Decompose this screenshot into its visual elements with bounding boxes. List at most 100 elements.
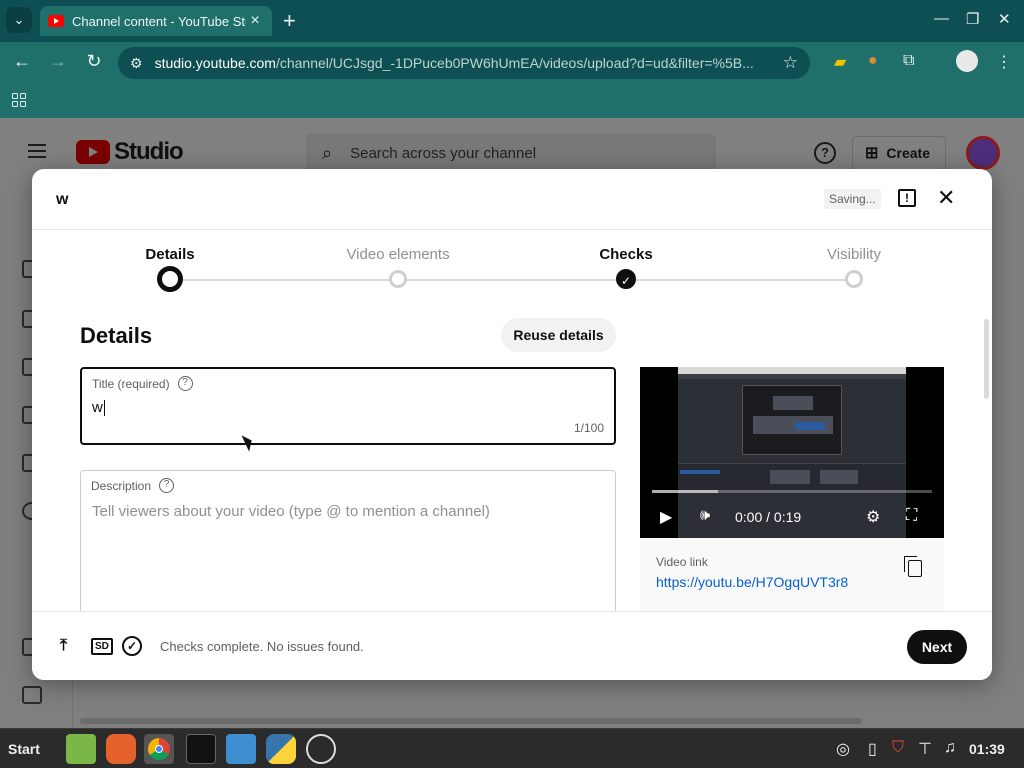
stepper-line — [170, 279, 854, 281]
reuse-details-button[interactable]: Reuse details — [501, 318, 616, 352]
create-video-icon: ⊞ — [865, 145, 879, 162]
copy-icon[interactable] — [904, 556, 922, 577]
settings-gear-icon[interactable]: ⚙ — [866, 507, 880, 527]
description-label-text: Description — [91, 478, 152, 493]
network-tray-icon[interactable]: ⊤ — [918, 739, 932, 759]
description-field[interactable]: Description ? Tell viewers about your vi… — [80, 470, 616, 620]
step-visibility[interactable]: Visibility — [779, 230, 929, 288]
extension-warning-icon[interactable]: ▰ — [834, 52, 846, 72]
step-label: Video elements — [346, 246, 450, 263]
browser-tab-strip: ⌄ Channel content - YouTube Studio × + —… — [0, 0, 1024, 42]
dialog-footer: ⤒ SD ✓ Checks complete. No issues found.… — [32, 611, 992, 680]
volume-icon[interactable]: 🕪 — [700, 507, 710, 525]
create-button[interactable]: ⊞ Create — [852, 136, 946, 170]
checks-status-text: Checks complete. No issues found. — [160, 639, 364, 654]
dialog-header: w Saving... ! ✕ — [32, 169, 992, 230]
report-issue-icon[interactable]: ! — [898, 189, 916, 207]
video-link-label: Video link — [656, 555, 708, 569]
help-icon[interactable]: ? — [814, 142, 836, 164]
title-input-value: w — [92, 399, 103, 416]
step-checks[interactable]: Checks ✓ — [551, 230, 701, 289]
file-manager-icon[interactable] — [66, 734, 96, 764]
sidebar-feedback-icon[interactable] — [22, 686, 42, 704]
address-bar[interactable]: ⚙ studio.youtube.com /channel/UCJsgd_-1D… — [118, 47, 810, 79]
terminal-icon[interactable] — [186, 734, 216, 764]
dialog-scrollbar[interactable] — [984, 319, 989, 399]
browser-toolbar: ← → ↻ ⚙ studio.youtube.com /channel/UCJs… — [0, 42, 1024, 84]
play-icon[interactable]: ▶ — [660, 507, 672, 527]
cookie-extension-icon[interactable]: ● — [868, 52, 878, 70]
profile-avatar[interactable] — [956, 50, 978, 72]
step-label: Details — [145, 246, 195, 263]
upload-status-icon[interactable]: ⤒ — [60, 637, 67, 655]
video-time: 0:00 / 0:19 — [735, 509, 802, 525]
sd-quality-icon[interactable]: SD — [91, 638, 113, 655]
studio-search-input[interactable]: ⌕ Search across your channel — [306, 134, 716, 172]
tab-close-icon[interactable]: × — [246, 12, 264, 30]
new-tab-button[interactable]: + — [283, 8, 296, 34]
firefox-icon[interactable] — [106, 734, 136, 764]
youtube-favicon-icon — [48, 15, 64, 27]
horizontal-scrollbar[interactable] — [80, 718, 862, 724]
apps-grid-icon[interactable] — [12, 93, 26, 107]
video-player[interactable]: ▶ 🕪 0:00 / 0:19 ⚙ ⛶ — [640, 367, 944, 538]
studio-logo[interactable]: Studio — [76, 138, 184, 166]
next-button[interactable]: Next — [907, 630, 967, 664]
network-app-icon[interactable] — [226, 734, 256, 764]
help-icon[interactable]: ? — [159, 478, 175, 493]
url-path: /channel/UCJsgd_-1DPuceb0PW6hUmEA/videos… — [275, 55, 754, 71]
title-label-text: Title (required) — [92, 376, 170, 391]
step-details[interactable]: Details — [95, 230, 245, 292]
clock: 01:39 — [969, 741, 1005, 757]
help-icon[interactable]: ? — [177, 376, 193, 391]
minimize-icon[interactable]: — — [934, 10, 949, 27]
saving-badge: Saving... — [824, 189, 881, 209]
step-label: Visibility — [827, 246, 881, 263]
browser-tab[interactable]: Channel content - YouTube Studio × — [40, 6, 272, 36]
chrome-icon[interactable] — [144, 734, 174, 764]
maximize-icon[interactable]: ❐ — [966, 10, 979, 28]
extensions-puzzle-icon[interactable]: ⧉ — [903, 52, 914, 70]
studio-logo-text: Studio — [114, 138, 184, 165]
window-close-icon[interactable]: ✕ — [998, 10, 1011, 28]
reload-icon[interactable]: ↻ — [82, 51, 106, 72]
volume-tray-icon[interactable]: ♫ — [944, 739, 956, 757]
forward-icon[interactable]: → — [46, 51, 70, 72]
browser-menu-icon[interactable]: ⋮ — [996, 52, 1012, 72]
title-field[interactable]: Title (required) ? w 1/100 — [80, 367, 616, 445]
description-placeholder: Tell viewers about your video (type @ to… — [92, 503, 490, 520]
fullscreen-icon[interactable]: ⛶ — [906, 507, 917, 525]
obs-icon[interactable] — [306, 734, 336, 764]
youtube-logo-icon — [76, 140, 110, 164]
title-field-label: Title (required) ? — [92, 376, 193, 391]
video-buffered-bar — [652, 490, 718, 493]
os-taskbar: Start ◎ ▯ ⛉ ⊤ ♫ 01:39 — [0, 728, 1024, 768]
python-icon[interactable] — [266, 734, 296, 764]
site-info-icon[interactable]: ⚙ — [130, 55, 143, 72]
close-dialog-icon[interactable]: ✕ — [937, 185, 955, 211]
tab-search-dropdown-icon[interactable]: ⌄ — [6, 7, 32, 33]
step-current-indicator — [157, 266, 183, 292]
menu-hamburger-icon[interactable] — [28, 144, 46, 158]
video-link[interactable]: https://youtu.be/H7OgqUVT3r8 — [656, 574, 848, 590]
clipboard-tray-icon[interactable]: ▯ — [868, 739, 877, 759]
bookmark-star-icon[interactable]: ☆ — [783, 53, 798, 73]
update-shield-icon[interactable]: ⛉ — [892, 739, 904, 757]
channel-avatar[interactable] — [966, 136, 1000, 170]
back-icon[interactable]: ← — [10, 51, 34, 72]
search-icon: ⌕ — [322, 142, 333, 163]
step-video-elements[interactable]: Video elements — [323, 230, 473, 288]
step-done-check-icon: ✓ — [616, 269, 636, 289]
upload-dialog: w Saving... ! ✕ Details Video elements C… — [32, 169, 992, 680]
dialog-title: w — [56, 191, 69, 208]
checks-complete-icon[interactable]: ✓ — [122, 636, 142, 656]
obs-tray-icon[interactable]: ◎ — [836, 739, 850, 759]
step-label: Checks — [599, 246, 653, 263]
title-char-counter: 1/100 — [573, 421, 604, 435]
title-input[interactable]: w — [92, 399, 105, 417]
section-title: Details — [80, 323, 153, 348]
description-field-label: Description ? — [91, 478, 175, 493]
bookmarks-bar — [0, 84, 1024, 118]
step-indicator — [389, 270, 407, 288]
start-button[interactable]: Start — [8, 741, 40, 757]
